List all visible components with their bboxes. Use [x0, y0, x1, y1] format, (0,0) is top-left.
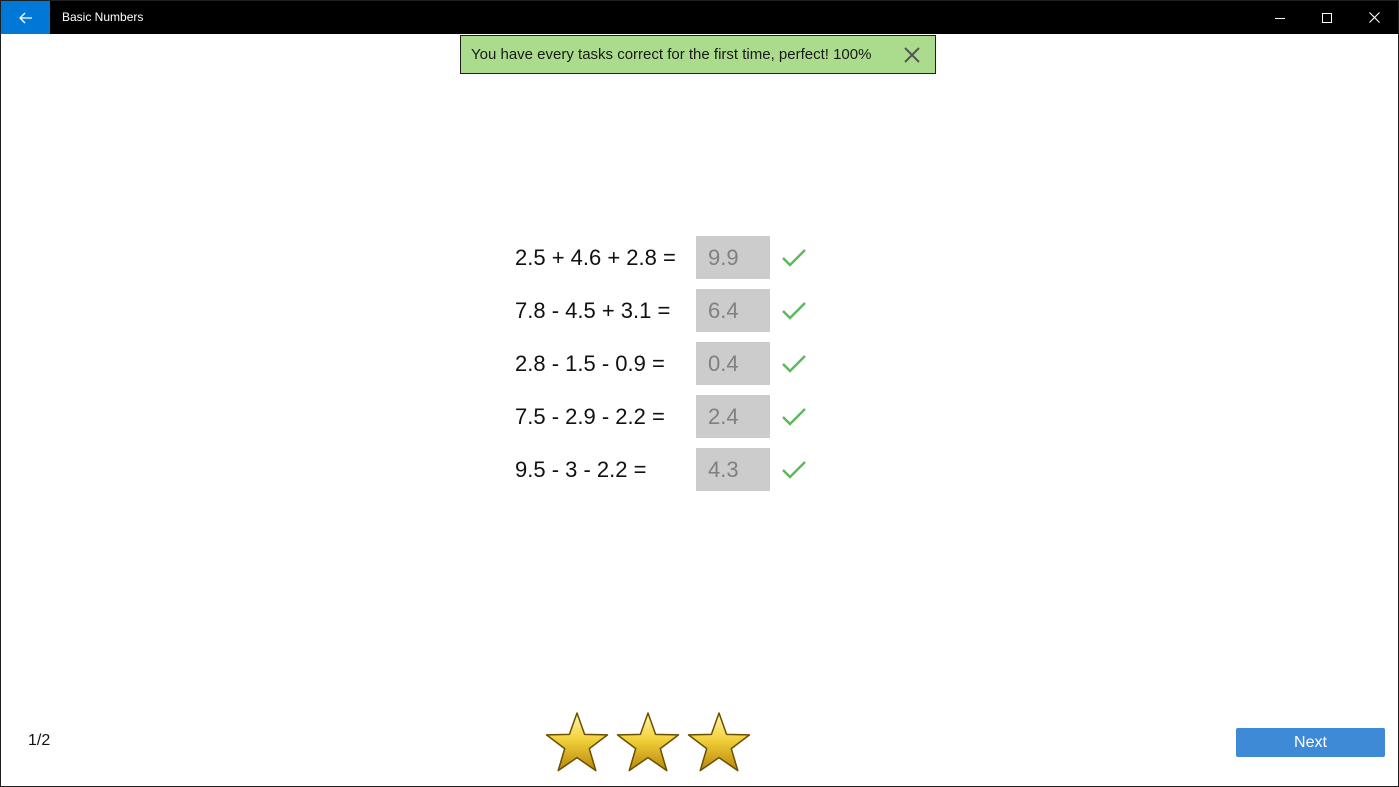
app-title: Basic Numbers	[62, 10, 144, 24]
checkmark-icon	[782, 461, 806, 479]
answer-field[interactable]: 2.4	[696, 395, 770, 438]
banner-message: You have every tasks correct for the fir…	[471, 46, 872, 63]
answer-field[interactable]: 9.9	[696, 236, 770, 279]
answer-field[interactable]: 6.4	[696, 289, 770, 332]
checkmark-icon	[782, 408, 806, 426]
checkmark-icon	[782, 355, 806, 373]
task-expression: 2.8 - 1.5 - 0.9 =	[515, 351, 665, 376]
title-bar: Basic Numbers	[1, 1, 1398, 34]
answer-field[interactable]: 0.4	[696, 342, 770, 385]
task-row: 7.8 - 4.5 + 3.1 = 6.4	[515, 289, 815, 332]
app-window: Basic Numbers You have every tasks corre…	[0, 0, 1399, 787]
star-rating	[544, 711, 756, 775]
checkmark-icon	[782, 302, 806, 320]
next-button[interactable]: Next	[1236, 728, 1385, 757]
task-row: 7.5 - 2.9 - 2.2 = 2.4	[515, 395, 815, 438]
task-row: 2.5 + 4.6 + 2.8 = 9.9	[515, 236, 815, 279]
maximize-button[interactable]	[1304, 1, 1350, 34]
page-indicator: 1/2	[28, 732, 51, 749]
task-row: 9.5 - 3 - 2.2 = 4.3	[515, 448, 815, 491]
close-icon[interactable]	[902, 45, 922, 65]
close-icon	[1368, 12, 1380, 23]
star-icon	[616, 712, 680, 772]
checkmark-icon	[782, 249, 806, 267]
close-button[interactable]	[1351, 1, 1397, 34]
back-arrow-icon	[18, 12, 32, 23]
task-row: 2.8 - 1.5 - 0.9 = 0.4	[515, 342, 815, 385]
answer-field[interactable]: 4.3	[696, 448, 770, 491]
task-expression: 2.5 + 4.6 + 2.8 =	[515, 245, 676, 270]
task-expression: 9.5 - 3 - 2.2 =	[515, 457, 647, 482]
back-button[interactable]	[1, 1, 50, 34]
success-banner: You have every tasks correct for the fir…	[460, 35, 936, 74]
task-expression: 7.8 - 4.5 + 3.1 =	[515, 298, 671, 323]
minimize-icon	[1275, 17, 1285, 19]
minimize-button[interactable]	[1257, 1, 1303, 34]
maximize-icon	[1322, 12, 1332, 23]
star-icon	[545, 712, 609, 772]
star-icon	[687, 712, 751, 772]
task-expression: 7.5 - 2.9 - 2.2 =	[515, 404, 665, 429]
